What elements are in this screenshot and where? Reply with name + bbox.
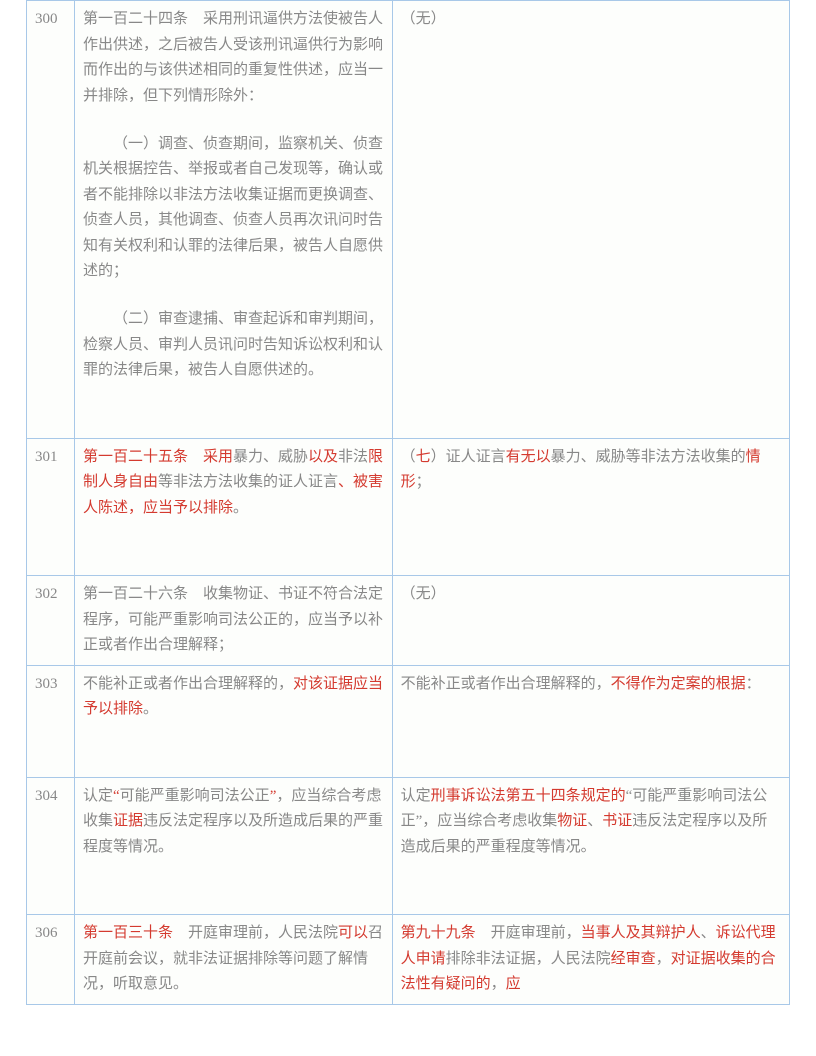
text-block: 认定刑事诉讼法第五十四条规定的“可能严重影响司法公正”，应当综合考虑收集物证、书… <box>401 784 781 861</box>
diff-text: 证据 <box>113 813 143 829</box>
text-block: （二）审查逮捕、审查起诉和审判期间，检察人员、审判人员讯问时告知诉讼权利和认罪的… <box>83 307 384 384</box>
plain-text: 暴力、威胁等非法方法收集的 <box>551 449 746 465</box>
diff-text: 经审查 <box>611 951 656 967</box>
row-number: 301 <box>27 438 75 576</box>
diff-text: 当事人及其辩护人 <box>581 925 701 941</box>
plain-text: 、 <box>587 813 602 829</box>
plain-text: 不能补正或者作出合理解释的， <box>83 676 293 692</box>
text-block <box>401 883 781 909</box>
diff-text: 有无以 <box>506 449 551 465</box>
plain-text: 排除非法证据，人民法院 <box>446 951 611 967</box>
text-block: 第一百三十条 开庭审理前，人民法院可以召开庭前会议，就非法证据排除等问题了解情况… <box>83 921 384 998</box>
plain-text: 开庭审理前，人民法院 <box>173 925 338 941</box>
plain-text: 可能严重影响司法公正 <box>120 788 270 804</box>
text-block: 第九十九条 开庭审理前，当事人及其辩护人、诉讼代理人申请排除非法证据，人民法院经… <box>401 921 781 998</box>
plain-text <box>401 887 416 903</box>
right-cell: 不能补正或者作出合理解释的，不得作为定案的根据： <box>392 665 789 777</box>
plain-text: ： <box>746 676 761 692</box>
diff-text: “ <box>113 788 120 804</box>
plain-text: 、 <box>701 925 716 941</box>
table-row: 301第一百二十五条 采用暴力、威胁以及非法限制人身自由等非法方法收集的证人证言… <box>27 438 790 576</box>
plain-text: 等非法方法收集的证人证言 <box>158 474 338 490</box>
plain-text <box>83 410 98 426</box>
table-row: 306第一百三十条 开庭审理前，人民法院可以召开庭前会议，就非法证据排除等问题了… <box>27 915 790 1005</box>
table-row: 304认定“可能严重影响司法公正”，应当综合考虑收集证据违反法定程序以及所造成后… <box>27 777 790 915</box>
right-cell: （七）证人证言有无以暴力、威胁等非法方法收集的情形； <box>392 438 789 576</box>
row-number: 306 <box>27 915 75 1005</box>
diff-text: 物证 <box>557 813 587 829</box>
left-cell: 第一百二十四条 采用刑讯逼供方法使被告人作出供述，之后被告人受该刑讯逼供行为影响… <box>74 1 392 439</box>
text-block: 第一百二十六条 收集物证、书证不符合法定程序，可能严重影响司法公正的，应当予以补… <box>83 582 384 659</box>
text-block: 第一百二十五条 采用暴力、威胁以及非法限制人身自由等非法方法收集的证人证言、被害… <box>83 445 384 522</box>
plain-text <box>83 548 98 564</box>
plain-text <box>83 749 98 765</box>
diff-text: 刑事诉讼法第五十四条规定的 <box>431 788 626 804</box>
row-number: 304 <box>27 777 75 915</box>
row-number: 303 <box>27 665 75 777</box>
left-cell: 第一百三十条 开庭审理前，人民法院可以召开庭前会议，就非法证据排除等问题了解情况… <box>74 915 392 1005</box>
diff-text: 第九十九条 <box>401 925 476 941</box>
plain-text: 认定 <box>83 788 113 804</box>
table-row: 303不能补正或者作出合理解释的，对该证据应当予以排除。 不能补正或者作出合理解… <box>27 665 790 777</box>
diff-text: 应 <box>506 976 521 992</box>
plain-text: （一）调查、侦查期间，监察机关、侦查机关根据控告、举报或者自己发现等，确认或者不… <box>83 136 383 280</box>
right-cell: 认定刑事诉讼法第五十四条规定的“可能严重影响司法公正”，应当综合考虑收集物证、书… <box>392 777 789 915</box>
plain-text: 不能补正或者作出合理解释的， <box>401 676 611 692</box>
text-block: 不能补正或者作出合理解释的，不得作为定案的根据： <box>401 672 781 698</box>
diff-text: 书证 <box>602 813 632 829</box>
plain-text: ）证人证言 <box>431 449 506 465</box>
left-cell: 第一百二十六条 收集物证、书证不符合法定程序，可能严重影响司法公正的，应当予以补… <box>74 576 392 666</box>
diff-text: 第一百三十条 <box>83 925 173 941</box>
plain-text: 非法 <box>338 449 368 465</box>
plain-text: ， <box>656 951 671 967</box>
table-row: 302第一百二十六条 收集物证、书证不符合法定程序，可能严重影响司法公正的，应当… <box>27 576 790 666</box>
table-row: 300第一百二十四条 采用刑讯逼供方法使被告人作出供述，之后被告人受该刑讯逼供行… <box>27 1 790 439</box>
plain-text: （无） <box>401 11 446 27</box>
table-body: 300第一百二十四条 采用刑讯逼供方法使被告人作出供述，之后被告人受该刑讯逼供行… <box>27 1 790 1005</box>
diff-text: 不得作为定案的根据 <box>611 676 746 692</box>
text-block: （一）调查、侦查期间，监察机关、侦查机关根据控告、举报或者自己发现等，确认或者不… <box>83 132 384 285</box>
right-cell: （无） <box>392 576 789 666</box>
plain-text: ， <box>491 976 506 992</box>
text-block <box>83 406 384 432</box>
plain-text: 。 <box>143 701 158 717</box>
diff-text: 七 <box>416 449 431 465</box>
plain-text: （ <box>401 449 416 465</box>
left-cell: 不能补正或者作出合理解释的，对该证据应当予以排除。 <box>74 665 392 777</box>
plain-text: 开庭审理前， <box>476 925 581 941</box>
text-block: （无） <box>401 582 781 608</box>
left-cell: 第一百二十五条 采用暴力、威胁以及非法限制人身自由等非法方法收集的证人证言、被害… <box>74 438 392 576</box>
text-block: （七）证人证言有无以暴力、威胁等非法方法收集的情形； <box>401 445 781 496</box>
text-block: 第一百二十四条 采用刑讯逼供方法使被告人作出供述，之后被告人受该刑讯逼供行为影响… <box>83 7 384 109</box>
comparison-table: 300第一百二十四条 采用刑讯逼供方法使被告人作出供述，之后被告人受该刑讯逼供行… <box>26 0 790 1005</box>
row-number: 302 <box>27 576 75 666</box>
text-block: 不能补正或者作出合理解释的，对该证据应当予以排除。 <box>83 672 384 723</box>
plain-text: 认定 <box>401 788 431 804</box>
right-cell: （无） <box>392 1 789 439</box>
plain-text: （无） <box>401 586 446 602</box>
plain-text: （二）审查逮捕、审查起诉和审判期间，检察人员、审判人员讯问时告知诉讼权利和认罪的… <box>83 311 383 378</box>
plain-text: 。 <box>233 500 248 516</box>
plain-text: 暴力、威胁 <box>233 449 308 465</box>
right-cell: 第九十九条 开庭审理前，当事人及其辩护人、诉讼代理人申请排除非法证据，人民法院经… <box>392 915 789 1005</box>
plain-text: ； <box>416 474 431 490</box>
diff-text: 第一百二十五条 采用 <box>83 449 233 465</box>
text-block <box>83 544 384 570</box>
text-block: 认定“可能严重影响司法公正”，应当综合考虑收集证据违反法定程序以及所造成后果的严… <box>83 784 384 861</box>
row-number: 300 <box>27 1 75 439</box>
text-block: （无） <box>401 7 781 33</box>
plain-text: 第一百二十四条 采用刑讯逼供方法使被告人作出供述，之后被告人受该刑讯逼供行为影响… <box>83 11 383 104</box>
left-cell: 认定“可能严重影响司法公正”，应当综合考虑收集证据违反法定程序以及所造成后果的严… <box>74 777 392 915</box>
diff-text: 以及 <box>308 449 338 465</box>
text-block <box>83 745 384 771</box>
diff-text: 可以 <box>338 925 368 941</box>
plain-text: 第一百二十六条 收集物证、书证不符合法定程序，可能严重影响司法公正的，应当予以补… <box>83 586 383 653</box>
